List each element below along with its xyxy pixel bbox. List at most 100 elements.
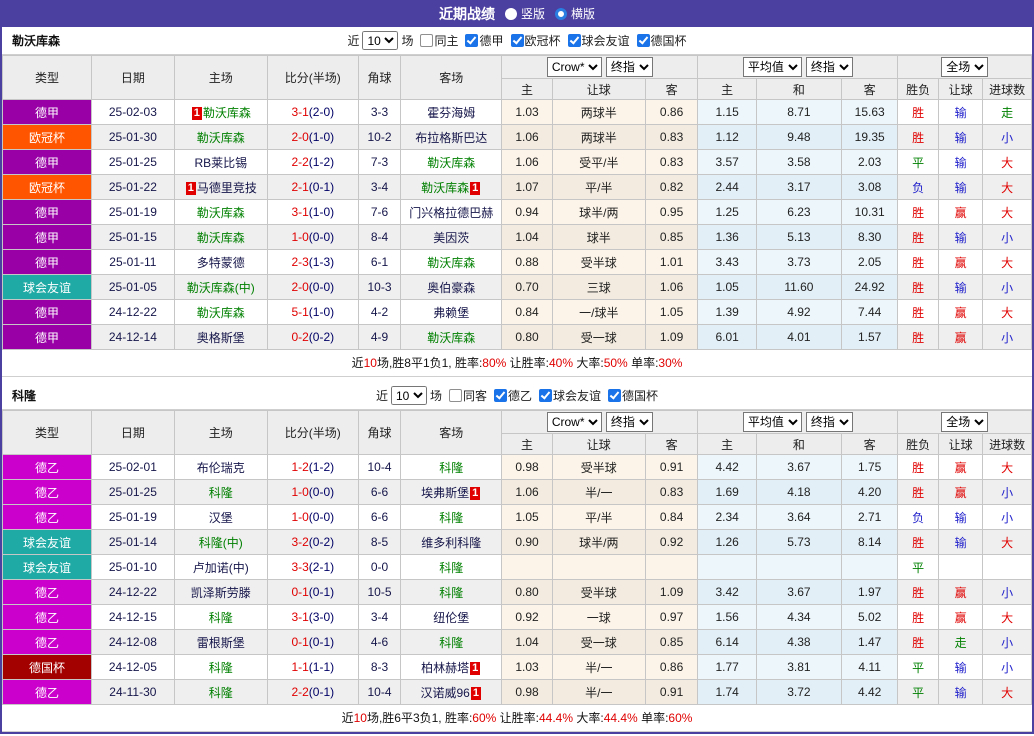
- fulltime-score: 1-0: [291, 230, 308, 244]
- avg-draw-cell: [756, 555, 841, 580]
- avg-away-cell: 4.20: [841, 480, 898, 505]
- league-checkbox[interactable]: [511, 34, 524, 47]
- result-value: 胜: [912, 231, 924, 245]
- home-team-cell: 科隆: [174, 605, 267, 630]
- corner-cell: 4-2: [358, 300, 400, 325]
- matches-label: 场: [401, 32, 413, 49]
- result-value: 胜: [912, 536, 924, 550]
- avg-away-cell: 2.03: [841, 150, 898, 175]
- avg-home-cell: 2.34: [698, 505, 757, 530]
- handicap-result-cell: 输: [938, 655, 982, 680]
- result-value: 输: [955, 106, 967, 120]
- league-type-cell: 德乙: [3, 480, 92, 505]
- home-team-name: 勒沃库森: [197, 131, 245, 145]
- filters: 近 10 场 同客 德乙球会友谊德国杯: [376, 386, 658, 405]
- avg-draw-cell: 4.01: [756, 325, 841, 350]
- subcol-handicap-result: 让球: [938, 434, 982, 455]
- fulltime-score: 2-2: [291, 155, 308, 169]
- summary-segment: 44.4%: [604, 711, 638, 725]
- handicap-result-cell: 赢: [938, 200, 982, 225]
- odds-home-cell: 0.84: [502, 300, 553, 325]
- handicap-result-cell: 输: [938, 225, 982, 250]
- summary-segment: 10: [364, 356, 377, 370]
- away-team-name: 科隆: [439, 586, 463, 600]
- match-count-select[interactable]: 10: [391, 386, 427, 405]
- summary-segment: 80%: [482, 356, 506, 370]
- col-corner: 角球: [358, 411, 400, 455]
- avg-stage-select[interactable]: 终指: [806, 412, 853, 432]
- avg-stage-select[interactable]: 终指: [806, 57, 853, 77]
- avg-home-cell: 6.01: [698, 325, 757, 350]
- match-row: 德甲25-01-25RB莱比锡2-2(1-2)7-3勒沃库森1.06受平/半0.…: [3, 150, 1032, 175]
- avg-draw-cell: 8.71: [756, 100, 841, 125]
- match-row: 欧冠杯25-01-221马德里竞技2-1(0-1)3-4勒沃库森11.07平/半…: [3, 175, 1032, 200]
- odds-away-cell: 0.85: [645, 225, 698, 250]
- goals-result-cell: 大: [983, 150, 1032, 175]
- result-value: 胜: [912, 461, 924, 475]
- league-checkbox[interactable]: [608, 389, 621, 402]
- odds-away-cell: 0.83: [645, 125, 698, 150]
- away-team-cell: 科隆: [401, 630, 502, 655]
- match-row: 欧冠杯25-01-30勒沃库森2-0(1-0)10-2布拉格斯巴达1.06两球半…: [3, 125, 1032, 150]
- date-cell: 25-01-19: [91, 505, 174, 530]
- avg-draw-cell: 11.60: [756, 275, 841, 300]
- fulltime-group-header: 全场: [898, 411, 1032, 434]
- same-venue-checkbox[interactable]: [420, 34, 433, 47]
- result-value: 小: [1001, 281, 1013, 295]
- odds-provider-select[interactable]: Crow*: [547, 412, 602, 432]
- league-checkbox[interactable]: [568, 34, 581, 47]
- halftime-score: (0-0): [309, 280, 334, 294]
- halftime-score: (1-1): [309, 660, 334, 674]
- avg-away-cell: 2.71: [841, 505, 898, 530]
- fulltime-select[interactable]: 全场: [941, 57, 988, 77]
- match-count-select[interactable]: 10: [362, 31, 398, 50]
- league-checkbox[interactable]: [494, 389, 507, 402]
- avg-select[interactable]: 平均值: [743, 57, 802, 77]
- league-checkbox[interactable]: [637, 34, 650, 47]
- handicap-result-cell: 输: [938, 275, 982, 300]
- fulltime-select[interactable]: 全场: [941, 412, 988, 432]
- odds-stage-select[interactable]: 终指: [606, 57, 653, 77]
- result-value: 胜: [912, 131, 924, 145]
- goals-result-cell: 大: [983, 250, 1032, 275]
- odds-stage-select[interactable]: 终指: [606, 412, 653, 432]
- score-cell: 0-2(0-2): [267, 325, 358, 350]
- vertical-layout-label: 竖版: [521, 5, 545, 22]
- home-team-cell: 汉堡: [174, 505, 267, 530]
- same-venue-checkbox[interactable]: [449, 389, 462, 402]
- summary-segment: 60%: [668, 711, 692, 725]
- away-team-cell: 勒沃库森: [401, 250, 502, 275]
- handicap-result-cell: 输: [938, 680, 982, 705]
- league-filters: 德甲欧冠杯球会友谊德国杯: [458, 32, 686, 49]
- date-cell: 24-12-22: [91, 580, 174, 605]
- avg-home-cell: 1.69: [698, 480, 757, 505]
- league-filters: 德乙球会友谊德国杯: [487, 387, 658, 404]
- avg-select[interactable]: 平均值: [743, 412, 802, 432]
- corner-cell: 6-6: [358, 480, 400, 505]
- away-team-name: 埃弗斯堡: [421, 486, 469, 500]
- away-team-name: 科隆: [439, 561, 463, 575]
- result-value: 小: [1001, 511, 1013, 525]
- horizontal-layout-radio[interactable]: [555, 8, 567, 20]
- odds-away-cell: 0.92: [645, 530, 698, 555]
- league-type-cell: 德乙: [3, 605, 92, 630]
- away-team-cell: 勒沃库森1: [401, 175, 502, 200]
- date-cell: 25-01-10: [91, 555, 174, 580]
- away-team-cell: 美因茨: [401, 225, 502, 250]
- match-row: 球会友谊25-01-05勒沃库森(中)2-0(0-0)10-3奥伯豪森0.70三…: [3, 275, 1032, 300]
- avg-draw-cell: 3.81: [756, 655, 841, 680]
- match-row: 德乙24-12-22凯泽斯劳滕0-1(0-1)10-5科隆0.80受半球1.09…: [3, 580, 1032, 605]
- odds-away-cell: 1.06: [645, 275, 698, 300]
- vertical-layout-radio[interactable]: [505, 8, 517, 20]
- match-row: 德乙25-02-01布伦瑞克1-2(1-2)10-4科隆0.98受半球0.914…: [3, 455, 1032, 480]
- result-value: 输: [955, 131, 967, 145]
- avg-away-cell: 8.14: [841, 530, 898, 555]
- result-value: 大: [1001, 206, 1013, 220]
- goals-result-cell: 小: [983, 225, 1032, 250]
- league-type-cell: 德乙: [3, 630, 92, 655]
- league-checkbox[interactable]: [465, 34, 478, 47]
- handicap-result-cell: 赢: [938, 325, 982, 350]
- league-checkbox[interactable]: [539, 389, 552, 402]
- team-name: 勒沃库森: [12, 32, 60, 49]
- odds-provider-select[interactable]: Crow*: [547, 57, 602, 77]
